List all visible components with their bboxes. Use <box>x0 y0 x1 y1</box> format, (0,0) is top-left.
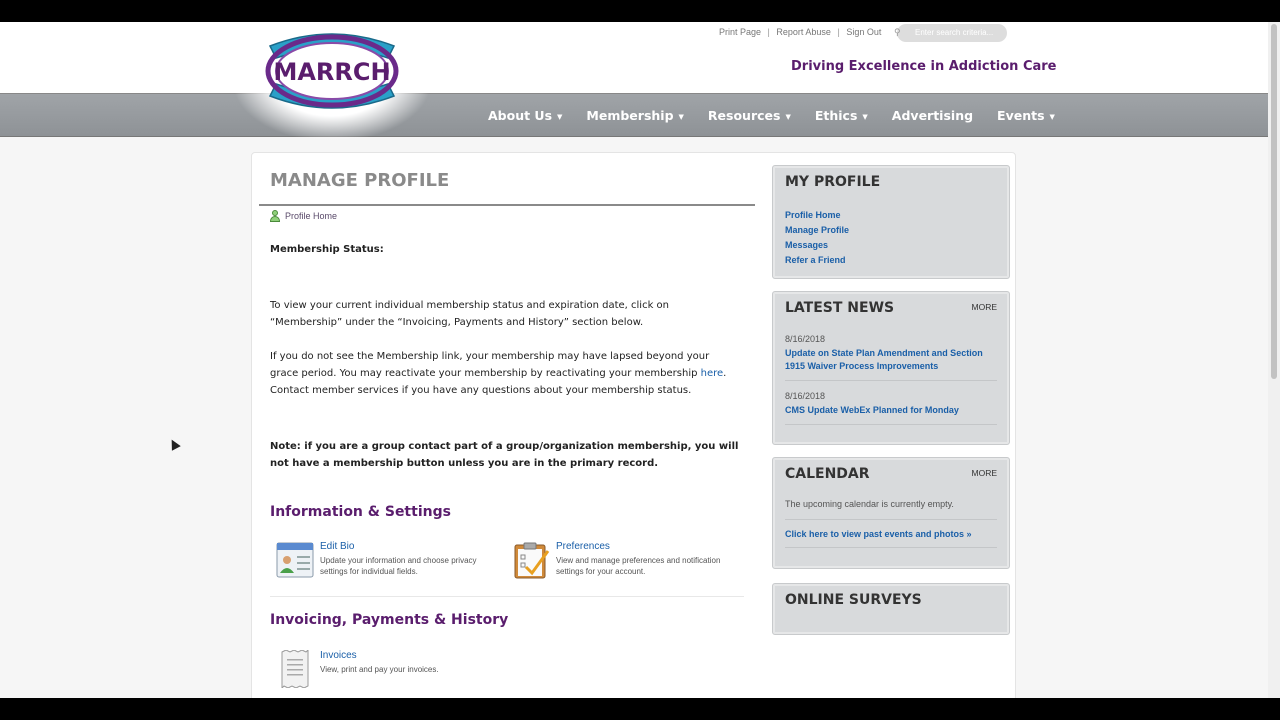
print-page-link[interactable]: Print Page <box>719 27 761 37</box>
edit-bio-icon[interactable] <box>276 541 314 579</box>
separator: | <box>837 27 840 37</box>
my-profile-title: MY PROFILE <box>785 174 881 190</box>
nav-resources[interactable]: Resources ▼ <box>708 108 791 123</box>
sidebar-link-messages[interactable]: Messages <box>785 240 828 250</box>
site-header: Print Page | Report Abuse | Sign Out ⚲ E… <box>0 22 1268 93</box>
sidebar-link-manage-profile[interactable]: Manage Profile <box>785 225 849 235</box>
title-divider <box>259 204 755 206</box>
membership-info-paragraph: To view your current individual membersh… <box>270 300 670 328</box>
preferences-clipboard-icon[interactable] <box>512 541 550 579</box>
news-date: 8/16/2018 <box>785 334 826 344</box>
nav-advertising[interactable]: Advertising <box>892 108 973 123</box>
latest-news-more-link[interactable]: MORE <box>972 302 998 312</box>
person-icon <box>269 210 281 222</box>
calendar-title: CALENDAR <box>785 466 870 482</box>
browser-viewport: Print Page | Report Abuse | Sign Out ⚲ E… <box>0 22 1280 698</box>
content-card: MANAGE PROFILE Profile Home Membership S… <box>251 152 1016 698</box>
search-input[interactable]: ⚲ Enter search criteria... <box>894 24 1007 42</box>
latest-news-box: LATEST NEWS MORE 8/16/2018 Update on Sta… <box>772 291 1010 445</box>
separator: | <box>767 27 770 37</box>
reactivate-paragraph: If you do not see the Membership link, y… <box>270 351 727 396</box>
invoices-feature[interactable]: Invoices View, print and pay your invoic… <box>280 648 490 690</box>
vertical-scrollbar[interactable] <box>1268 22 1280 698</box>
caret-down-icon: ▼ <box>785 112 791 121</box>
search-placeholder: Enter search criteria... <box>915 28 994 37</box>
caret-down-icon: ▼ <box>862 112 868 121</box>
receipt-icon[interactable] <box>280 648 314 690</box>
preferences-feature[interactable]: Preferences View and manage preferences … <box>512 541 726 579</box>
past-events-link[interactable]: Click here to view past events and photo… <box>785 529 972 539</box>
invoices-description: View, print and pay your invoices. <box>320 665 439 674</box>
report-abuse-link[interactable]: Report Abuse <box>776 27 831 37</box>
section-title-information-settings: Information & Settings <box>270 504 451 520</box>
nav-about-us[interactable]: About Us ▼ <box>488 108 562 123</box>
edit-bio-description: Update your information and choose priva… <box>320 556 477 576</box>
caret-down-icon: ▼ <box>678 112 684 121</box>
search-icon[interactable]: ⚲ <box>894 27 901 38</box>
nav-ethics[interactable]: Ethics ▼ <box>815 108 868 123</box>
section-title-invoicing: Invoicing, Payments & History <box>270 612 509 628</box>
nav-membership[interactable]: Membership ▼ <box>586 108 684 123</box>
nav-events[interactable]: Events ▼ <box>997 108 1055 123</box>
sign-out-link[interactable]: Sign Out <box>846 27 881 37</box>
reactivate-here-link[interactable]: here <box>701 368 724 379</box>
marrch-logo[interactable]: MARRCH <box>262 28 402 114</box>
sidebar-link-refer-friend[interactable]: Refer a Friend <box>785 255 846 265</box>
news-divider <box>785 380 997 381</box>
mouse-cursor <box>167 437 181 451</box>
caret-down-icon: ▼ <box>557 112 563 121</box>
calendar-box: CALENDAR MORE The upcoming calendar is c… <box>772 457 1010 569</box>
online-surveys-box: ONLINE SURVEYS <box>772 583 1010 635</box>
invoices-link[interactable]: Invoices <box>320 650 490 661</box>
membership-status-label: Membership Status: <box>270 244 384 255</box>
news-item-link[interactable]: CMS Update WebEx Planned for Monday <box>785 404 995 417</box>
preferences-link[interactable]: Preferences <box>556 541 726 552</box>
edit-bio-link[interactable]: Edit Bio <box>320 541 490 552</box>
page-title: MANAGE PROFILE <box>270 170 450 191</box>
main-nav: About Us ▼ Membership ▼ Resources ▼ Ethics ▼… <box>0 93 1268 137</box>
calendar-divider <box>785 547 997 548</box>
logo-text: MARRCH <box>273 58 390 86</box>
latest-news-title: LATEST NEWS <box>785 300 895 316</box>
calendar-more-link[interactable]: MORE <box>972 468 998 478</box>
scrollbar-thumb[interactable] <box>1271 24 1277 379</box>
site-tagline: Driving Excellence in Addiction Care <box>791 59 1057 74</box>
preferences-description: View and manage preferences and notifica… <box>556 556 721 576</box>
news-item-link[interactable]: Update on State Plan Amendment and Secti… <box>785 347 995 373</box>
group-note: Note: if you are a group contact part of… <box>270 441 739 469</box>
news-date: 8/16/2018 <box>785 391 826 401</box>
online-surveys-title: ONLINE SURVEYS <box>785 592 922 608</box>
calendar-divider <box>785 519 997 520</box>
section-divider <box>270 596 744 597</box>
my-profile-box: MY PROFILE Profile Home Manage Profile M… <box>772 165 1010 279</box>
edit-bio-feature[interactable]: Edit Bio Update your information and cho… <box>276 541 490 579</box>
news-divider <box>785 424 997 425</box>
caret-down-icon: ▼ <box>1049 112 1055 121</box>
calendar-empty-text: The upcoming calendar is currently empty… <box>785 499 954 509</box>
sidebar-link-profile-home[interactable]: Profile Home <box>785 210 841 220</box>
utility-links: Print Page | Report Abuse | Sign Out <box>719 27 885 37</box>
profile-home-link[interactable]: Profile Home <box>269 210 337 222</box>
